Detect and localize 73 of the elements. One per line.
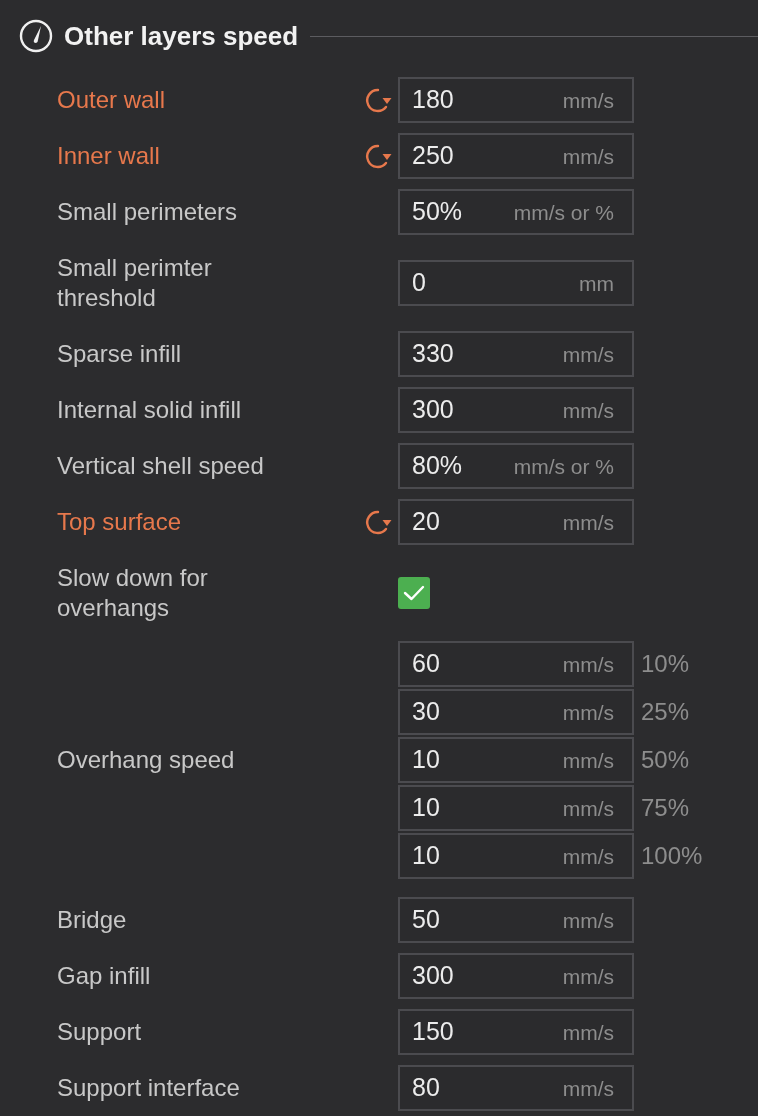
unit-label: mm/s — [562, 342, 614, 368]
setting-label: Support — [57, 1017, 143, 1047]
threshold-label: 25% — [641, 698, 690, 726]
input-field[interactable]: 10 mm/s — [398, 737, 634, 783]
field-value: 180 — [412, 84, 454, 115]
field-value: 10 — [412, 744, 440, 775]
input-field[interactable]: 250 mm/s — [398, 133, 634, 179]
unit-label: mm/s or % — [513, 454, 614, 480]
input-field[interactable]: 10 mm/s — [398, 785, 634, 831]
input-field[interactable]: 300 mm/s — [398, 953, 634, 999]
section-title: Other layers speed — [64, 20, 299, 52]
field-value: 300 — [412, 960, 454, 991]
setting-label: Gap infill — [57, 961, 152, 991]
field-value: 80 — [412, 1072, 440, 1103]
speedometer-icon — [19, 19, 53, 53]
setting-label: Slow down for overhangs — [57, 563, 209, 623]
input-field[interactable]: 300 mm/s — [398, 387, 634, 433]
threshold-label: 50% — [641, 746, 690, 774]
input-field[interactable]: 10 mm/s — [398, 833, 634, 879]
input-field[interactable]: 80 mm/s — [398, 1065, 634, 1111]
field-value: 330 — [412, 338, 454, 369]
input-field[interactable]: 50% mm/s or % — [398, 189, 634, 235]
field-value: 30 — [412, 696, 440, 727]
setting-label: Small perimter threshold — [57, 253, 213, 313]
input-field[interactable]: 20 mm/s — [398, 499, 634, 545]
unit-label: mm/s — [562, 398, 614, 424]
field-value: 50% — [412, 196, 463, 227]
setting-label: Internal solid infill — [57, 395, 243, 425]
input-field[interactable]: 150 mm/s — [398, 1009, 634, 1055]
field-value: 250 — [412, 140, 454, 171]
setting-label: Sparse infill — [57, 339, 183, 369]
unit-label: mm/s — [562, 1076, 614, 1102]
field-value: 20 — [412, 506, 440, 537]
field-value: 80% — [412, 450, 463, 481]
field-value: 10 — [412, 840, 440, 871]
checkbox[interactable] — [398, 577, 430, 609]
setting-label: Inner wall — [57, 141, 161, 171]
setting-label: Outer wall — [57, 85, 167, 115]
unit-label: mm — [579, 271, 614, 297]
threshold-label: 100% — [641, 842, 703, 870]
field-value: 300 — [412, 394, 454, 425]
input-field[interactable]: 330 mm/s — [398, 331, 634, 377]
unit-label: mm/s — [562, 748, 614, 774]
setting-label: Support interface — [57, 1073, 241, 1103]
field-value: 50 — [412, 904, 440, 935]
unit-label: mm/s — [562, 1020, 614, 1046]
setting-label: Overhang speed — [57, 745, 236, 775]
setting-label: Small perimeters — [57, 197, 239, 227]
field-value: 10 — [412, 792, 440, 823]
field-value: 150 — [412, 1016, 454, 1047]
setting-label: Vertical shell speed — [57, 451, 265, 481]
unit-label: mm/s — [562, 796, 614, 822]
unit-label: mm/s — [562, 964, 614, 990]
input-field[interactable]: 80% mm/s or % — [398, 443, 634, 489]
unit-label: mm/s — [562, 844, 614, 870]
unit-label: mm/s — [562, 700, 614, 726]
unit-label: mm/s or % — [513, 200, 614, 226]
unit-label: mm/s — [562, 652, 614, 678]
input-field[interactable]: 50 mm/s — [398, 897, 634, 943]
input-field[interactable]: 0 mm — [398, 260, 634, 306]
input-field[interactable]: 30 mm/s — [398, 689, 634, 735]
unit-label: mm/s — [562, 510, 614, 536]
input-field[interactable]: 60 mm/s — [398, 641, 634, 687]
field-value: 60 — [412, 648, 440, 679]
threshold-label: 10% — [641, 650, 690, 678]
unit-label: mm/s — [562, 908, 614, 934]
threshold-label: 75% — [641, 794, 690, 822]
input-field[interactable]: 180 mm/s — [398, 77, 634, 123]
unit-label: mm/s — [562, 144, 614, 170]
setting-label: Top surface — [57, 507, 183, 537]
field-value: 0 — [412, 267, 426, 298]
setting-label: Bridge — [57, 905, 128, 935]
unit-label: mm/s — [562, 88, 614, 114]
